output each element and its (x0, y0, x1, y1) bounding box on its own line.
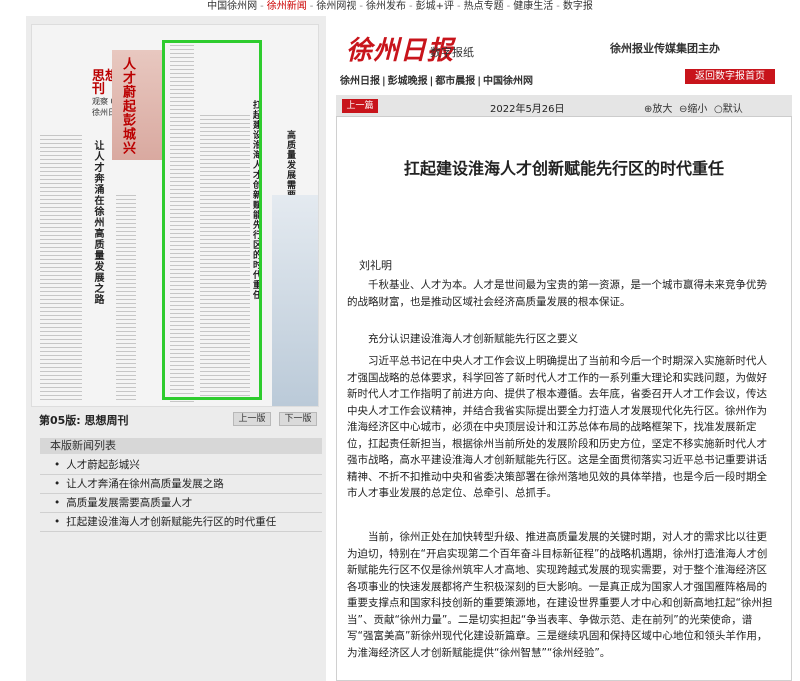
topnav-item-comment[interactable]: 彭城+评 (416, 1, 454, 12)
news-list-item[interactable]: 人才蔚起彭城兴 (40, 456, 322, 475)
zoom-out-button[interactable]: ⊖缩小 (679, 100, 707, 115)
news-list-title: 本版新闻列表 (40, 438, 322, 454)
paper-nav-metro-morning[interactable]: 都市晨报 (435, 76, 475, 87)
radio-circle-icon: ○ (714, 104, 723, 115)
back-to-home-button[interactable]: 返回数字报首页 (685, 69, 775, 84)
prev-article-button[interactable]: 上一篇 (342, 99, 378, 113)
publisher-label: 徐州报业传媒集团主办 (610, 42, 720, 55)
paper-nav-separator: | (477, 76, 481, 87)
article-paragraph: 当前，徐州正处在加快转型升级、推进高质量发展的关键时期，对人才的需求比以往更为迫… (347, 531, 773, 659)
paper-nav-xuzhou-daily[interactable]: 徐州日报 (340, 76, 380, 87)
topnav-separator: - (506, 1, 511, 12)
paper-nav-separator: | (429, 76, 434, 87)
paper-nav-separator: | (382, 76, 386, 87)
zoom-in-label: 放大 (652, 104, 673, 115)
topnav-separator: - (457, 1, 461, 12)
topnav-item-topics[interactable]: 热点专题 (464, 1, 504, 12)
article-highlight-box[interactable] (162, 40, 262, 400)
topnav-separator: - (260, 1, 264, 12)
paper-nav: 徐州日报 | 彭城晚报 | 都市晨报 | 中国徐州网 (340, 72, 533, 87)
paper-nav-pengcheng-evening[interactable]: 彭城晚报 (388, 76, 428, 87)
zoom-default-button[interactable]: ○默认 (714, 100, 743, 115)
thumbnail-text-column (40, 135, 82, 402)
topnav-item-cn-xuzhou[interactable]: 中国徐州网 (207, 1, 257, 12)
zoom-out-label: 缩小 (687, 104, 708, 115)
issue-date: 2022年5月26日 (490, 104, 565, 115)
topnav-separator: - (409, 1, 413, 12)
paper-nav-cn-xuzhou[interactable]: 中国徐州网 (483, 76, 533, 87)
top-nav: 中国徐州网 - 徐州新闻 - 徐州网视 - 徐州发布 - 彭城+评 - 热点专题 - 健康生活 - 数字报 (0, 0, 800, 14)
topnav-item-health[interactable]: 健康生活 (513, 1, 553, 12)
article-subheading: 充分认识建设淮海人才创新赋能先行区之要义 (368, 333, 578, 345)
topnav-item-video[interactable]: 徐州网视 (316, 1, 356, 12)
thumbnail-headline-1: 人才蔚起彭城兴 (120, 57, 135, 155)
zoom-in-button[interactable]: ⊕放大 (644, 100, 672, 115)
site-logo-subtitle: 数字报纸 (430, 46, 474, 59)
article-paragraph: 千秋基业、人才为本。人才是世间最为宝贵的第一资源，是一个城市赢得未来竞争优势的战… (347, 279, 767, 308)
news-list-item[interactable]: 扛起建设淮海人才创新赋能先行区的时代重任 (40, 513, 322, 532)
article-title: 扛起建设淮海人才创新赋能先行区的时代重任 (403, 159, 724, 178)
page-label: 第05版: 思想周刊 (39, 414, 129, 427)
thumbnail-headline-2: 让人才奔涌在徐州高质量发展之路 (92, 140, 103, 305)
article-paragraph: 习近平总书记在中央人才工作会议上明确提出了当前和今后一个时期深入实施新时代人才强… (347, 355, 767, 499)
topnav-separator: - (359, 1, 363, 12)
thumbnail-text-column (116, 195, 136, 402)
news-list: 人才蔚起彭城兴 让人才奔涌在徐州高质量发展之路 高质量发展需要高质量人才 扛起建… (40, 456, 322, 532)
article-author: 刘礼明 (359, 259, 392, 272)
thumbnail-photo-buildings (272, 195, 318, 406)
topnav-separator: - (556, 1, 560, 12)
topnav-item-epaper[interactable]: 数字报 (563, 1, 593, 12)
news-list-item[interactable]: 高质量发展需要高质量人才 (40, 494, 322, 513)
topnav-item-news[interactable]: 徐州新闻 (267, 1, 307, 12)
next-page-button[interactable]: 下一版 (279, 412, 317, 426)
topnav-item-release[interactable]: 徐州发布 (366, 1, 406, 12)
zoom-default-label: 默认 (722, 104, 743, 115)
topnav-separator: - (309, 1, 314, 12)
news-list-item[interactable]: 让人才奔涌在徐州高质量发展之路 (40, 475, 322, 494)
prev-page-button[interactable]: 上一版 (233, 412, 271, 426)
